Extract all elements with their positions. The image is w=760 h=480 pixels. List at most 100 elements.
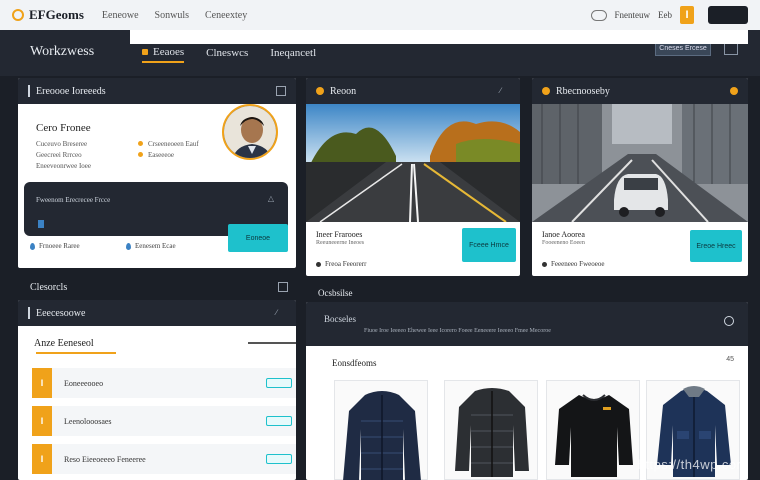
- status-dot-icon: [138, 152, 143, 157]
- profile-action-button[interactable]: Eoneoe: [228, 224, 288, 252]
- navy-puffer-jacket-icon: [343, 391, 421, 480]
- tab-bar: Eeaoes Clneswcs Ineqancetl: [142, 46, 316, 63]
- row-tag: I: [32, 368, 52, 398]
- panel-title: Ereoooe Ioreeeds: [36, 85, 106, 97]
- card-action-button[interactable]: Fceee Hmce: [462, 228, 516, 262]
- row-toggle[interactable]: [266, 378, 292, 388]
- section-label-right: Ocsbsilse: [318, 288, 353, 298]
- drag-handle-icon: [28, 85, 30, 97]
- row-toggle[interactable]: [266, 416, 292, 426]
- profile-detail: Easeeeoe: [148, 151, 175, 159]
- bookmark-icon: [38, 220, 44, 228]
- summary-label: Fweenom Erecrecee Frcce: [36, 196, 111, 204]
- products-section-title: Eonsdfeoms: [332, 358, 377, 368]
- status-dot-icon: [138, 141, 143, 146]
- products-count: 45: [726, 356, 734, 363]
- card-action-button[interactable]: Ereoe Hreec: [690, 230, 742, 262]
- top-nav-item[interactable]: Sonwuls: [155, 10, 189, 21]
- app-title: Workzwess: [30, 44, 95, 59]
- top-link[interactable]: Eeb: [658, 10, 672, 20]
- panel-header: Ereoooe Ioreeeds: [18, 78, 296, 104]
- top-link[interactable]: Fnenteuw: [615, 10, 651, 20]
- brand-logo-icon: [12, 9, 24, 21]
- black-sweater-icon: [555, 394, 633, 477]
- card-header: Rbecnooseby: [532, 78, 748, 104]
- close-icon[interactable]: ∕: [500, 86, 510, 96]
- location-icon: [316, 261, 321, 267]
- profile-detail: Cuceuvo Breseree: [36, 140, 88, 148]
- panel-title: Eeecesoowe: [36, 307, 86, 319]
- tab-label: Clneswcs: [206, 47, 249, 59]
- section-label-left: Clesorcls: [30, 282, 68, 293]
- search-bar[interactable]: [130, 30, 748, 44]
- charcoal-puffer-jacket-icon: [455, 388, 529, 477]
- top-nav-item[interactable]: Ceneextey: [205, 10, 247, 21]
- photo-card: Rbecnooseby Ianoe Aoorea Fooeeneno Eoeen…: [532, 78, 748, 276]
- footer-text: Frnoeee Raree: [39, 242, 80, 250]
- panel-header: Eeecesoowe ∕: [18, 300, 296, 326]
- expand-icon[interactable]: [276, 86, 286, 96]
- cloud-icon[interactable]: [590, 9, 607, 21]
- avatar[interactable]: [222, 104, 278, 160]
- profile-detail: Geecreei Rrrceo: [36, 151, 82, 159]
- profile-detail: Crseeneoeen Eauf: [148, 140, 199, 148]
- drag-handle-icon: [28, 307, 30, 319]
- divider: [248, 342, 296, 344]
- list-item[interactable]: I Leenolooosaes: [32, 406, 296, 436]
- watermark: https://th4wp.com: [637, 457, 748, 472]
- street-photo[interactable]: [532, 104, 748, 222]
- photo-card: Reoon ∕ Ineer Frarooes Reeuneeerne Ineoe…: [306, 78, 520, 276]
- card-subtitle: Reeuneeerne Ineoes: [316, 240, 365, 246]
- row-tag: I: [32, 406, 52, 436]
- row-label: Leenolooosaes: [64, 416, 112, 426]
- list-item[interactable]: I Reso Eieeoeeeo Feneeree: [32, 444, 296, 474]
- product-tile[interactable]: [334, 380, 428, 480]
- pin-icon: [316, 87, 324, 95]
- profile-footer-item: Frnoeee Raree: [30, 242, 80, 250]
- products-header: Bocseles Fiuoe Iroe Ieeeeo Ehewee Ieee I…: [306, 302, 748, 346]
- help-icon[interactable]: [724, 316, 734, 326]
- brand-name[interactable]: EFGeoms: [29, 7, 84, 23]
- tab-marker-icon: [142, 49, 148, 55]
- tab-1[interactable]: Eeaoes: [142, 46, 185, 63]
- profile-name: Cero Fronee: [36, 122, 91, 134]
- road-photo[interactable]: [306, 104, 520, 222]
- card-subtitle: Fooeeneno Eoeen: [542, 240, 585, 246]
- row-tag: I: [32, 444, 52, 474]
- product-tile[interactable]: [444, 380, 538, 480]
- tab-2[interactable]: Clneswcs: [206, 46, 248, 63]
- chevron-icon[interactable]: △: [268, 194, 274, 203]
- list-title: Anze Eeneseol: [34, 338, 94, 349]
- profile-detail: Eneeveonrwee Ioee: [36, 162, 91, 170]
- card-caption: Ianoe Aoorea: [542, 230, 585, 239]
- card-title: Rbecnooseby: [556, 85, 610, 97]
- tab-label: Ineqancetl: [270, 47, 317, 59]
- profile-footer-item: Eenesem Ecae: [126, 242, 176, 250]
- notification-badge[interactable]: I: [680, 6, 694, 24]
- row-label: Eoneeeooeo: [64, 378, 104, 388]
- row-label: Reso Eieeoeeeo Feneeree: [64, 454, 146, 464]
- products-title: Bocseles: [324, 314, 356, 324]
- account-button[interactable]: [708, 6, 748, 24]
- drop-icon: [30, 242, 35, 250]
- row-toggle[interactable]: [266, 454, 292, 464]
- card-footer: Freoa Feeorerr: [316, 260, 366, 268]
- location-icon: [542, 261, 547, 267]
- profile-panel: Ereoooe Ioreeeds Cero Fronee Cuceuvo Bre…: [18, 78, 296, 268]
- footer-text: Freoa Feeorerr: [325, 260, 367, 268]
- expand-icon[interactable]: [278, 282, 288, 292]
- top-bar: EFGeoms Eeneowe Sonwuls Ceneextey Fnente…: [0, 0, 760, 30]
- top-nav-item[interactable]: Eeneowe: [102, 10, 139, 21]
- products-description: Fiuoe Iroe Ieeeeo Ehewee Ieee Icorero Fo…: [364, 328, 551, 334]
- list-item[interactable]: I Eoneeeooeo: [32, 368, 296, 398]
- card-title: Reoon: [330, 85, 357, 97]
- card-footer: Feeeneeo Fweoeoe: [542, 260, 604, 268]
- card-header: Reoon ∕: [306, 78, 520, 104]
- product-tile[interactable]: [546, 380, 640, 480]
- tab-3[interactable]: Ineqancetl: [270, 46, 316, 63]
- list-panel: Eeecesoowe ∕ Anze Eeneseol I Eoneeeooeo …: [18, 300, 296, 480]
- status-icon[interactable]: [730, 87, 738, 95]
- close-icon[interactable]: ∕: [276, 308, 286, 318]
- card-caption: Ineer Frarooes: [316, 230, 363, 239]
- footer-text: Feeeneeo Fweoeoe: [551, 260, 605, 268]
